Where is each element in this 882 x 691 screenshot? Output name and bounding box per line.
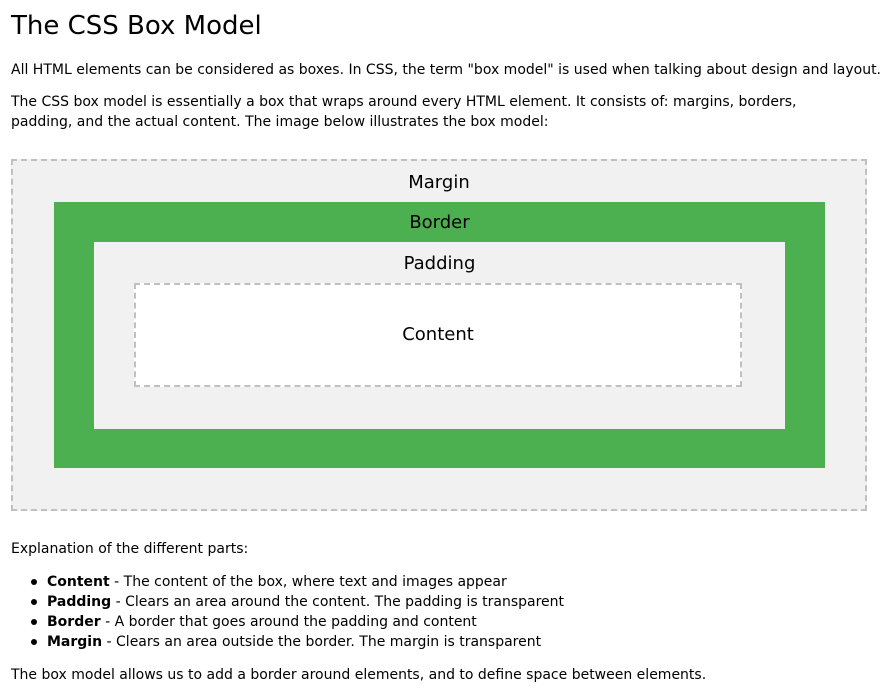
part-term: Padding: [47, 594, 112, 610]
part-term: Content: [47, 574, 110, 590]
box-model-content: Content: [134, 283, 742, 387]
part-term: Border: [47, 614, 101, 630]
list-item: Margin - Clears an area outside the bord…: [31, 632, 564, 652]
explanation-heading: Explanation of the different parts:: [11, 541, 249, 557]
padding-label: Padding: [403, 253, 476, 274]
part-desc: - Clears an area around the content. The…: [111, 594, 564, 610]
content-label: Content: [402, 324, 474, 345]
part-desc: - The content of the box, where text and…: [109, 574, 507, 590]
list-item: Border - A border that goes around the p…: [31, 612, 564, 632]
intro-paragraph: All HTML elements can be considered as b…: [11, 62, 882, 78]
parts-list: Content - The content of the box, where …: [11, 572, 564, 652]
border-label: Border: [409, 212, 470, 233]
list-item: Padding - Clears an area around the cont…: [31, 592, 564, 612]
closing-paragraph: The box model allows us to add a border …: [11, 667, 707, 683]
box-model-padding: Padding Content: [94, 242, 785, 429]
list-item: Content - The content of the box, where …: [31, 572, 564, 592]
page-title: The CSS Box Model: [11, 11, 262, 41]
description-paragraph: The CSS box model is essentially a box t…: [11, 94, 797, 130]
box-model-border: Border Padding Content: [54, 202, 825, 468]
part-desc: - Clears an area outside the border. The…: [102, 634, 542, 650]
part-desc: - A border that goes around the padding …: [100, 614, 477, 630]
margin-label: Margin: [408, 172, 470, 193]
part-term: Margin: [47, 634, 103, 650]
box-model-margin: Margin Border Padding Content: [11, 159, 867, 511]
